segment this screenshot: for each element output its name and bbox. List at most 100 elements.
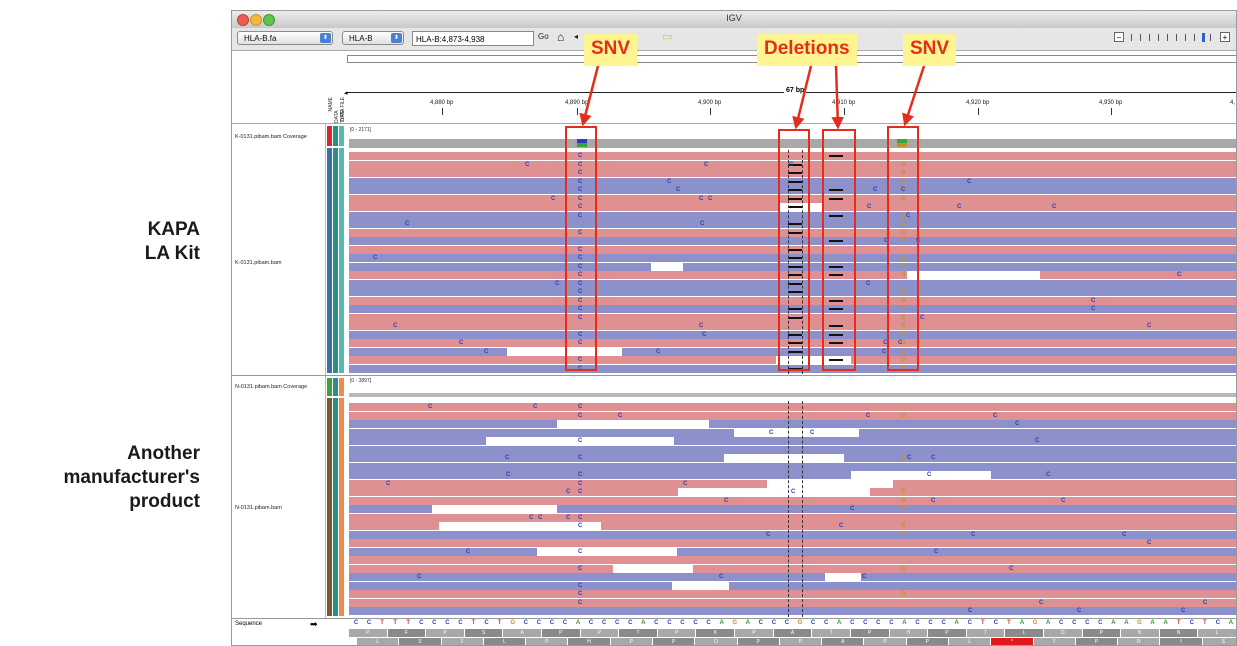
other-alignment-track[interactable]: C C C C G C C C C C C C C C G C C C C C C C C C C C G C C G C C C G C C C C C C… <box>232 403 1236 617</box>
sequence-base: C <box>771 620 777 626</box>
kapa-coverage-track-name[interactable]: K-0131.pibam.bam Coverage <box>235 134 307 140</box>
snv-box-left <box>565 126 597 371</box>
strand-arrow-icon[interactable]: ➡ <box>310 619 318 630</box>
chromosome-select[interactable]: HLA-B ⬍ <box>342 31 404 45</box>
home-icon[interactable]: ⌂ <box>557 30 564 44</box>
mismatch-base: C <box>578 599 583 606</box>
amino-acid: P <box>928 629 966 637</box>
mismatch-base: G <box>901 455 906 461</box>
amino-acid: P <box>850 629 889 637</box>
amino-acid: P <box>906 638 948 645</box>
alignment-read <box>349 547 1236 556</box>
sequence-base: C <box>758 620 763 626</box>
deletion-box-1 <box>778 129 810 371</box>
mismatch-base: C <box>971 531 976 538</box>
kapa-label-line1: KAPA <box>147 219 200 240</box>
mismatch-base: C <box>1122 531 1127 538</box>
mismatch-base: C <box>993 412 998 419</box>
mismatch-base: C <box>968 608 973 614</box>
translation-frame-2: L S F L P H P P D P P A P P L * T P R I S <box>349 638 1236 645</box>
read-gap <box>672 581 729 590</box>
ruler-tick-label: 4,890 bp <box>565 100 589 106</box>
genome-select[interactable]: HLA-B.fa ⬍ <box>237 31 333 45</box>
sequence-base: C <box>484 620 489 626</box>
snv-callout-left: SNV <box>584 34 638 66</box>
popup-text-icon[interactable]: ▭ <box>662 30 672 43</box>
amino-acid: P <box>610 638 652 645</box>
mismatch-base: C <box>1177 272 1182 278</box>
deletion-guide-line <box>788 401 789 617</box>
alignment-read <box>349 403 1236 411</box>
sequence-base: A <box>902 620 907 626</box>
attribute-header-datafile[interactable]: DATA FILE <box>340 97 346 121</box>
mismatch-base: C <box>931 497 936 504</box>
sequence-base: T <box>406 620 411 626</box>
genome-select-value: HLA-B.fa <box>244 34 277 43</box>
other-panel: N-0131.pibam.bam Coverage N-0131.pibam.b… <box>232 376 1236 619</box>
read-gap <box>678 488 870 496</box>
sequence-base: C <box>366 620 372 626</box>
mismatch-base: C <box>578 582 583 589</box>
sequence-base: C <box>915 620 920 626</box>
back-icon[interactable]: ◂ <box>574 32 578 41</box>
mismatch-base: G <box>901 489 906 495</box>
zoom-in-icon[interactable]: + <box>1220 32 1230 42</box>
mismatch-base: C <box>920 314 925 321</box>
mismatch-base: C <box>1091 297 1096 304</box>
kapa-label: KAPA LA Kit <box>120 218 200 266</box>
sequence-base: A <box>745 620 750 626</box>
mismatch-base: C <box>578 591 583 597</box>
locus-input[interactable]: HLA-B:4,873-4,938 <box>412 31 534 46</box>
mismatch-base: C <box>882 348 887 355</box>
igv-window: IGV HLA-B.fa ⬍ HLA-B ⬍ HLA-B:4,873-4,938… <box>231 10 1237 646</box>
mismatch-base: C <box>957 204 962 210</box>
sequence-base: A <box>1019 620 1025 626</box>
mismatch-base: C <box>862 574 867 580</box>
select-arrows-icon: ⬍ <box>320 33 331 43</box>
window-titlebar: IGV <box>232 11 1236 29</box>
mismatch-base: C <box>1052 204 1057 210</box>
sequence-base: T <box>1176 620 1181 626</box>
mismatch-base: G <box>901 497 906 504</box>
mismatch-base: C <box>578 548 583 555</box>
mismatch-base: C <box>699 323 704 329</box>
sequence-base: C <box>1059 620 1064 626</box>
kapa-alignment-track[interactable]: CCGCCCCGCGCCCGCCCCGCCCCCCCCGCGCCCGGCCCCG… <box>232 152 1236 374</box>
alignment-read <box>349 420 1236 428</box>
read-gap <box>767 479 893 488</box>
amino-acid: T <box>812 629 850 637</box>
mismatch-base: C <box>578 455 583 461</box>
mismatch-base: C <box>719 574 724 580</box>
zoom-out-icon[interactable]: − <box>1114 32 1124 42</box>
mismatch-base: C <box>578 412 583 419</box>
other-coverage-track-name[interactable]: N-0131.pibam.bam Coverage <box>235 384 307 390</box>
alignment-read <box>349 598 1236 607</box>
mismatch-base: C <box>578 472 583 478</box>
go-button[interactable]: Go <box>538 32 549 41</box>
sequence-base: C <box>889 620 894 626</box>
mismatch-base: C <box>1061 497 1066 504</box>
mismatch-base: C <box>704 161 709 168</box>
sequence-base: A <box>1124 620 1129 626</box>
mismatch-base: C <box>578 404 583 410</box>
other-label-line3: product <box>129 491 200 512</box>
mismatch-base: C <box>578 523 583 529</box>
other-label-line1: Another <box>127 443 200 464</box>
mismatch-base: C <box>538 514 543 521</box>
sequence-track[interactable]: Sequence ➡ CCTTTCCCCTCTGCCCCACCCCACCCCCA… <box>232 618 1236 645</box>
amino-acid: N <box>1159 629 1198 637</box>
amino-acid: P <box>657 629 696 637</box>
amino-acid: L <box>483 638 526 645</box>
mismatch-base: G <box>901 506 906 512</box>
sequence-base: T <box>497 620 502 626</box>
sequence-base: C <box>667 620 672 626</box>
alignment-read <box>349 471 1236 479</box>
sequence-base: C <box>588 620 594 626</box>
amino-acid: L <box>357 638 399 645</box>
mismatch-base: C <box>1035 438 1040 444</box>
sequence-base: A <box>1045 620 1051 626</box>
mismatch-base: C <box>1077 608 1082 614</box>
mismatch-base: C <box>656 348 661 355</box>
zoom-widget[interactable]: − + <box>1114 32 1232 44</box>
other-coverage-track[interactable] <box>349 393 1236 397</box>
